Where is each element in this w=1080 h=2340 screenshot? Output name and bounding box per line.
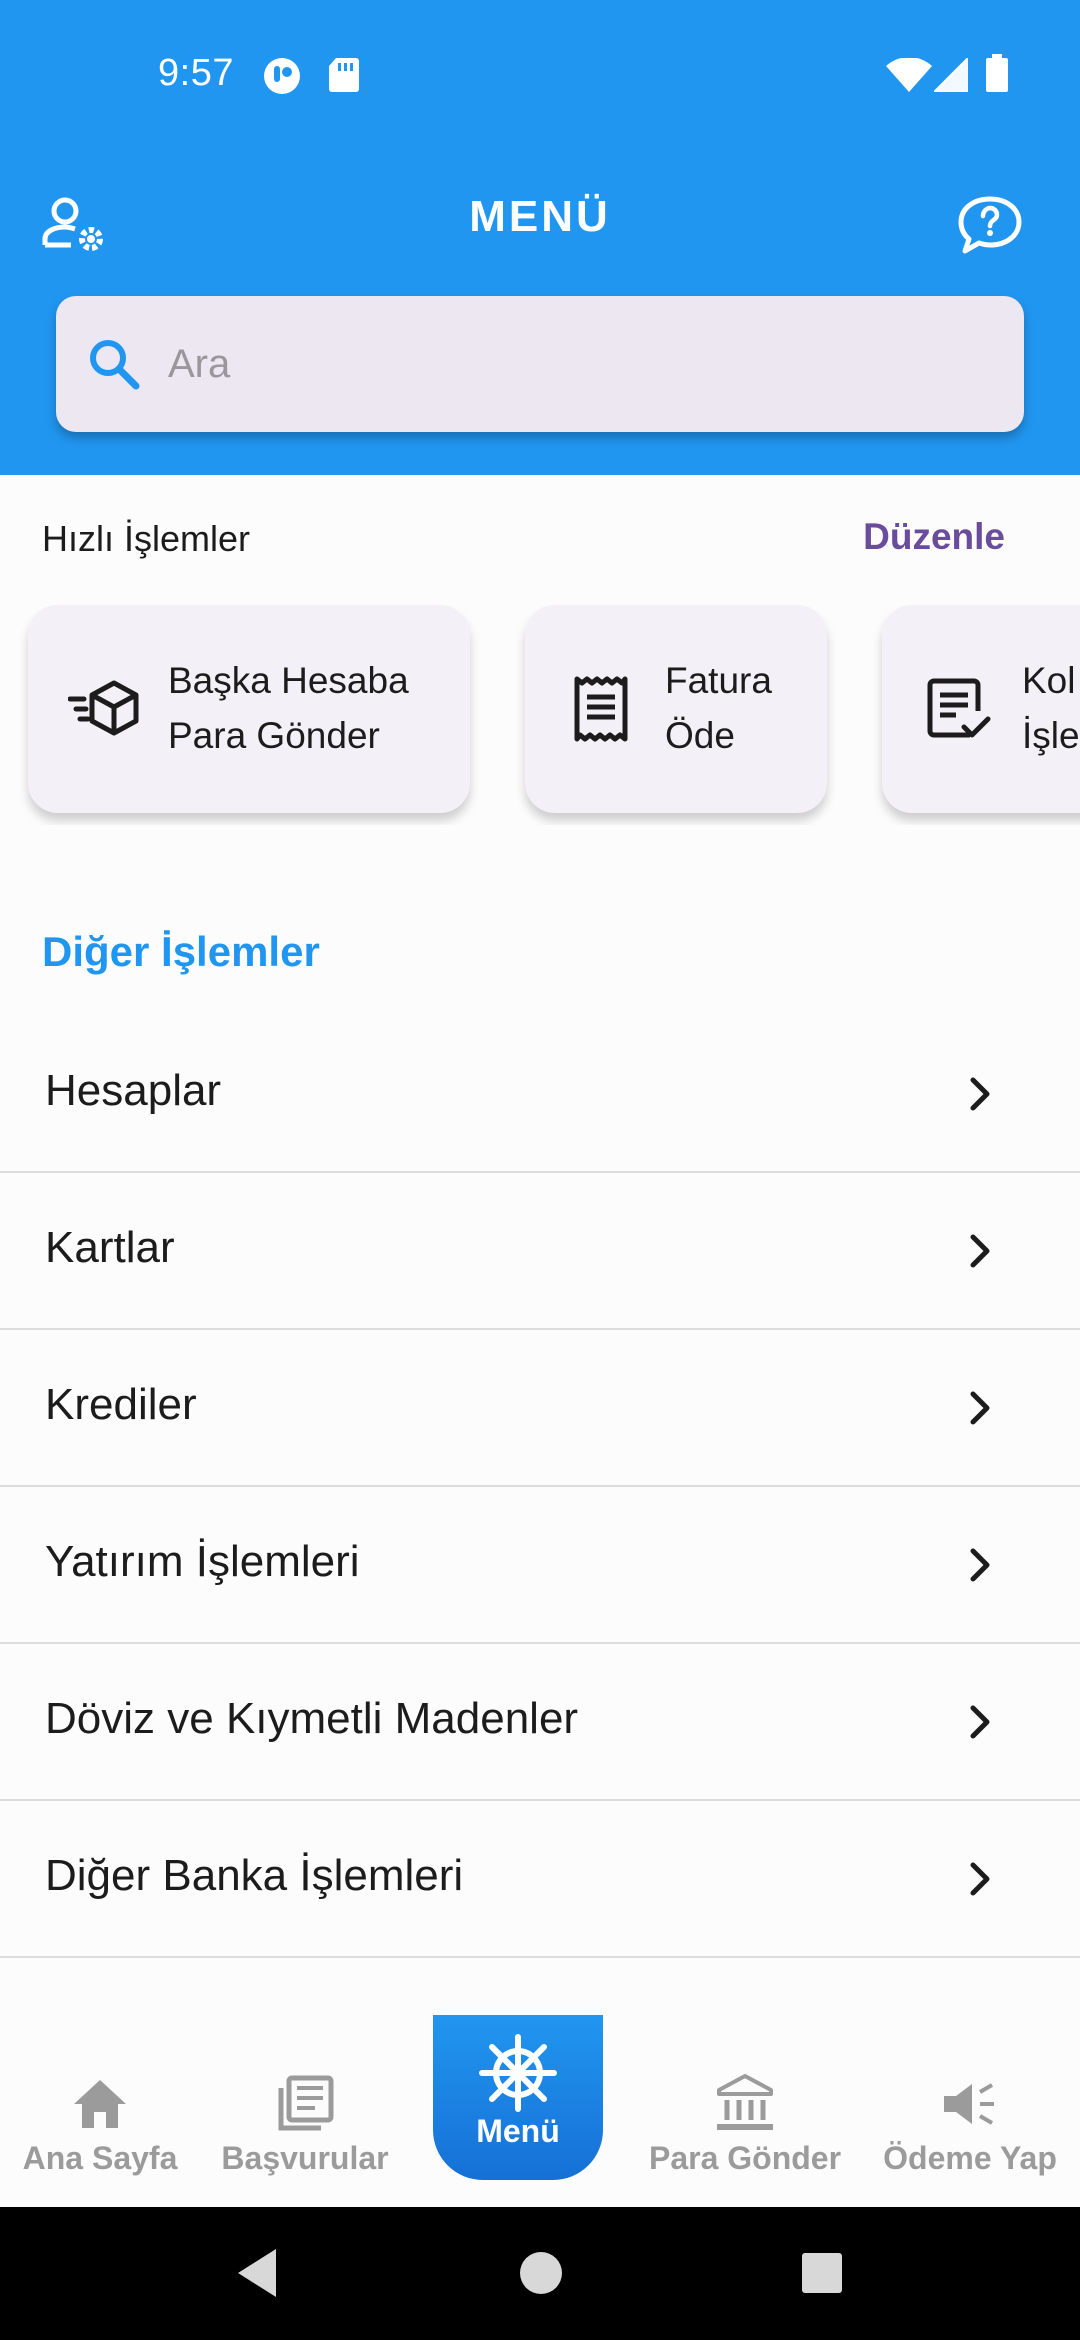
nav-label: Ana Sayfa bbox=[22, 2140, 178, 2176]
nav-label: Ödeme Yap bbox=[883, 2140, 1057, 2176]
quick-action-label: Kol İşle bbox=[1022, 660, 1080, 756]
sd-card-icon bbox=[328, 56, 360, 99]
header: 9:57 MENÜ Ara bbox=[0, 0, 1080, 475]
receipt-icon bbox=[574, 676, 628, 742]
quick-action-card[interactable]: Fatura Öde bbox=[525, 605, 827, 813]
search-input[interactable] bbox=[168, 296, 988, 432]
chevron-right-icon bbox=[970, 1077, 990, 1111]
status-time: 9:57 bbox=[158, 52, 234, 94]
bank-icon bbox=[717, 2074, 773, 2130]
chevron-right-icon bbox=[970, 1548, 990, 1582]
nav-label: Başvurular bbox=[221, 2140, 389, 2176]
search-icon bbox=[90, 340, 140, 390]
menu-item-label: Hesaplar bbox=[45, 1066, 222, 1115]
nav-label: Menü bbox=[476, 2113, 560, 2149]
edit-quick-actions-button[interactable]: Düzenle bbox=[863, 516, 1005, 558]
quick-action-label: Başka Hesaba Para Gönder bbox=[168, 660, 409, 756]
quick-action-label: Fatura Öde bbox=[665, 660, 772, 756]
page-title: MENÜ bbox=[469, 192, 611, 241]
menu-item-label: Yatırım İşlemleri bbox=[45, 1537, 360, 1586]
recents-icon[interactable] bbox=[800, 2245, 844, 2301]
back-icon[interactable] bbox=[232, 2245, 282, 2301]
menu-item-doviz[interactable]: Döviz ve Kıymetli Madenler bbox=[0, 1644, 1080, 1801]
menu-item-label: Kartlar bbox=[45, 1223, 175, 1272]
quick-actions-title: Hızlı İşlemler bbox=[42, 518, 251, 559]
menu-screen: 9:57 MENÜ Ara Hızlı İşlemler Düzenle Baş… bbox=[0, 0, 1080, 2340]
nav-item-applications[interactable]: Başvurular bbox=[205, 2012, 405, 2207]
chevron-right-icon bbox=[970, 1705, 990, 1739]
search-bar[interactable] bbox=[56, 296, 1024, 432]
signal-icon bbox=[931, 55, 969, 97]
package-send-icon bbox=[68, 680, 139, 736]
chevron-right-icon bbox=[970, 1862, 990, 1896]
menu-item-yatirim[interactable]: Yatırım İşlemleri bbox=[0, 1487, 1080, 1644]
help-chat-icon bbox=[958, 196, 1022, 254]
applications-icon bbox=[278, 2075, 334, 2131]
nav-item-send-money[interactable]: Para Gönder bbox=[640, 2012, 850, 2207]
menu-item-hesaplar[interactable]: Hesaplar bbox=[0, 1016, 1080, 1173]
menu-item-krediler[interactable]: Krediler bbox=[0, 1330, 1080, 1487]
battery-icon bbox=[986, 54, 1008, 97]
home-icon bbox=[74, 2080, 126, 2128]
notification-app-icon bbox=[262, 56, 302, 101]
nav-item-home[interactable]: Ana Sayfa bbox=[0, 2012, 200, 2207]
nav-item-make-payment[interactable]: Ödeme Yap bbox=[860, 2012, 1080, 2207]
other-actions-title: Diğer İşlemler bbox=[42, 928, 320, 975]
system-navigation-bar bbox=[0, 2207, 1080, 2340]
other-actions-list: Hesaplar Kartlar Krediler Yatırım İşleml… bbox=[0, 1016, 1080, 1958]
menu-item-diger-banka[interactable]: Diğer Banka İşlemleri bbox=[0, 1801, 1080, 1958]
help-chat-button[interactable] bbox=[955, 190, 1025, 260]
megaphone-icon bbox=[944, 2083, 994, 2125]
chevron-right-icon bbox=[970, 1391, 990, 1425]
menu-item-kartlar[interactable]: Kartlar bbox=[0, 1173, 1080, 1330]
chevron-right-icon bbox=[970, 1234, 990, 1268]
status-bar: 9:57 bbox=[0, 0, 1080, 150]
nav-label: Para Gönder bbox=[648, 2140, 842, 2176]
wifi-icon bbox=[886, 57, 932, 97]
nav-item-menu-active[interactable]: Menü bbox=[433, 2015, 603, 2180]
quick-actions-row[interactable]: Başka Hesaba Para Gönder Fatura Öde Kol … bbox=[0, 605, 1080, 825]
menu-item-label: Krediler bbox=[45, 1380, 197, 1429]
home-button-icon[interactable] bbox=[518, 2245, 564, 2301]
ship-wheel-icon bbox=[479, 2034, 557, 2112]
top-app-bar: MENÜ bbox=[0, 170, 1080, 270]
menu-item-label: Diğer Banka İşlemleri bbox=[45, 1851, 464, 1900]
document-check-icon bbox=[927, 678, 991, 738]
quick-action-card[interactable]: Kol İşle bbox=[882, 605, 1080, 813]
menu-item-label: Döviz ve Kıymetli Madenler bbox=[45, 1694, 579, 1743]
quick-action-card[interactable]: Başka Hesaba Para Gönder bbox=[28, 605, 470, 813]
